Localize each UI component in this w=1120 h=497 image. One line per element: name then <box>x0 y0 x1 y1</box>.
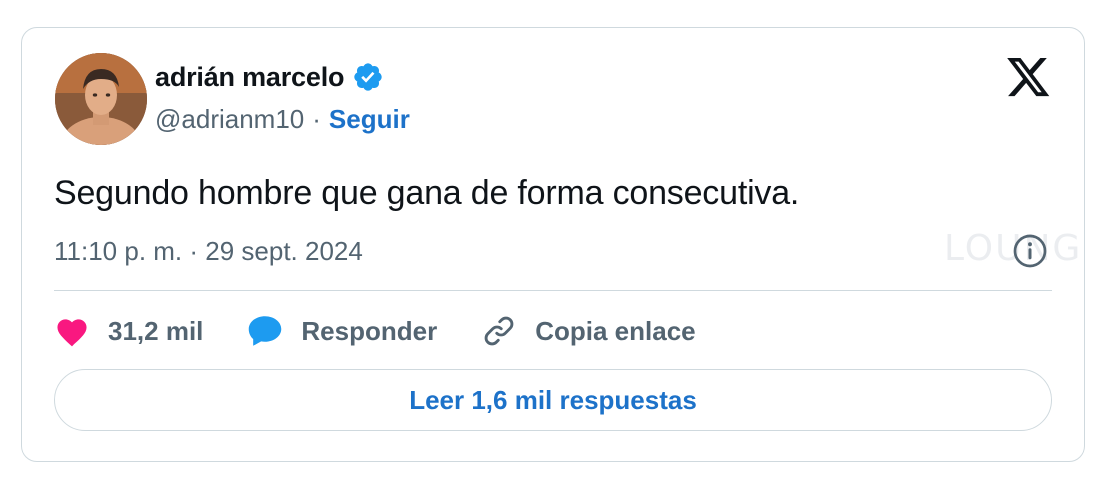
verified-badge-icon <box>354 63 382 91</box>
separator: · <box>312 104 321 134</box>
like-button[interactable]: 31,2 mil <box>54 315 203 347</box>
avatar[interactable] <box>55 53 147 145</box>
copy-link-label: Copia enlace <box>535 315 696 346</box>
read-replies-label: Leer 1,6 mil respuestas <box>409 384 697 415</box>
copy-link-button[interactable]: Copia enlace <box>481 313 696 349</box>
speech-bubble-icon <box>249 316 282 346</box>
action-bar: 31,2 mil Responder Copia enlace <box>54 309 740 353</box>
tweet-text: Segundo hombre que gana de forma consecu… <box>54 174 800 212</box>
divider <box>54 290 1052 291</box>
heart-icon <box>57 319 87 347</box>
link-icon <box>484 316 514 346</box>
display-name[interactable]: adrián marcelo <box>155 62 344 93</box>
x-logo-icon[interactable] <box>1007 58 1051 98</box>
reply-button[interactable]: Responder <box>247 314 437 348</box>
author-handle-row: @adrianm10 · Seguir <box>155 104 410 135</box>
tweet-card: adrián marcelo @adrianm10 · Seguir Segun… <box>21 27 1085 462</box>
timestamp[interactable]: 11:10 p. m. · 29 sept. 2024 <box>54 236 363 267</box>
info-icon[interactable] <box>1012 233 1048 269</box>
author-name-row: adrián marcelo <box>155 61 384 93</box>
reply-label: Responder <box>301 315 438 346</box>
read-replies-button[interactable]: Leer 1,6 mil respuestas <box>54 369 1052 431</box>
like-count: 31,2 mil <box>108 315 204 346</box>
follow-button[interactable]: Seguir <box>329 104 410 135</box>
handle[interactable]: @adrianm10 <box>155 104 304 135</box>
